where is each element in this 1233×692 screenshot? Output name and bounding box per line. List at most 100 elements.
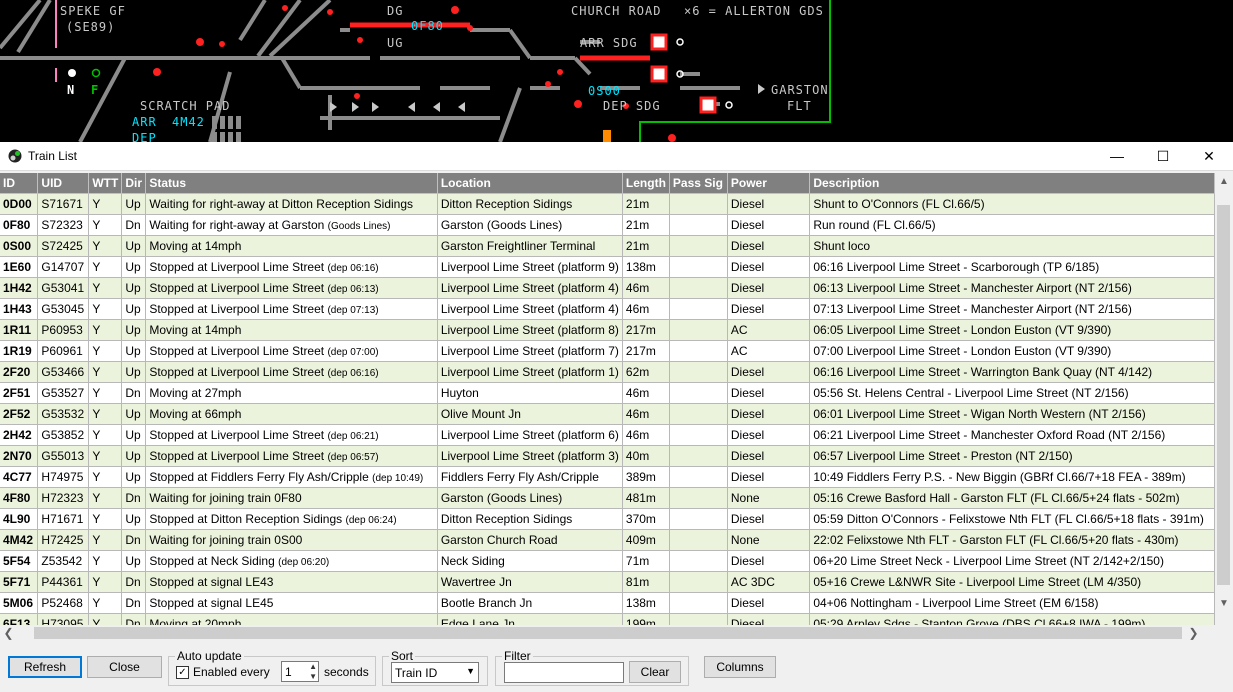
- cell-status: Stopped at signal LE43: [145, 571, 438, 593]
- horizontal-scrollbar[interactable]: ❮ ❯: [0, 625, 1215, 641]
- cell-description: 05:59 Ditton O'Connors - Felixstowe Nth …: [809, 508, 1215, 530]
- close-window-button[interactable]: ✕: [1186, 142, 1232, 170]
- sort-select[interactable]: Train ID ▼: [391, 662, 479, 683]
- sort-label: Sort: [389, 649, 416, 663]
- cell-description: 06:16 Liverpool Lime Street - Scarboroug…: [809, 256, 1215, 278]
- cell-power: Diesel: [727, 361, 811, 383]
- scroll-down-arrow-icon[interactable]: ▼: [1215, 595, 1233, 613]
- table-row[interactable]: 0D00 S71671 Y Up Waiting for right-away at D…: [0, 193, 1215, 215]
- scroll-up-arrow-icon[interactable]: ▲: [1215, 173, 1233, 191]
- train-description-4m42[interactable]: 4M42: [172, 115, 205, 129]
- col-header-id[interactable]: ID: [0, 173, 39, 194]
- col-header-uid[interactable]: UID: [37, 173, 90, 194]
- cell-status: Stopped at Liverpool Lime Street (dep 07…: [145, 340, 438, 362]
- cell-location: Ditton Reception Sidings: [437, 508, 623, 530]
- minimize-button[interactable]: —: [1094, 142, 1140, 170]
- col-header-location[interactable]: Location: [437, 173, 623, 194]
- table-row[interactable]: 0F80 S72323 Y Dn Waiting for right-away at G…: [0, 214, 1215, 236]
- table-row[interactable]: 1R19 P60961 Y Up Stopped at Liverpool Lime S…: [0, 340, 1215, 362]
- cell-location: Huyton: [437, 382, 623, 404]
- table-row[interactable]: 4F80 H72323 Y Dn Waiting for joining train 0…: [0, 487, 1215, 509]
- columns-button[interactable]: Columns: [704, 656, 776, 678]
- table-row[interactable]: 1E60 G14707 Y Up Stopped at Liverpool Lime S…: [0, 256, 1215, 278]
- cell-length: 217m: [622, 340, 670, 362]
- col-header-length[interactable]: Length: [622, 173, 670, 194]
- cell-uid: G53532: [37, 403, 90, 425]
- cell-dir: Dn: [121, 529, 147, 551]
- table-row[interactable]: 5F54 Z53542 Y Up Stopped at Neck Siding (dep…: [0, 550, 1215, 572]
- signal-panel[interactable]: SPEKE GF (SE89) DG 0F80 UG CHURCH ROAD ×…: [0, 0, 1233, 142]
- filter-input[interactable]: [504, 662, 624, 683]
- cell-length: 46m: [622, 424, 670, 446]
- spin-down-icon[interactable]: ▼: [309, 672, 317, 681]
- cell-pass-sig: [669, 466, 728, 488]
- cell-id: 5F71: [0, 571, 39, 593]
- departure-note: (dep 06:24): [345, 515, 397, 526]
- train-description-0s00[interactable]: 0S00: [588, 84, 621, 98]
- col-header-pass-sig[interactable]: Pass Sig: [669, 173, 728, 194]
- table-row[interactable]: 6F13 H73095 Y Dn Moving at 20mph Edge Lane Jn…: [0, 613, 1215, 625]
- maximize-button[interactable]: ☐: [1140, 142, 1186, 170]
- col-header-wtt[interactable]: WTT: [88, 173, 123, 194]
- scroll-left-arrow-icon[interactable]: ❮: [0, 625, 17, 641]
- cell-status: Moving at 20mph: [145, 613, 438, 625]
- cell-power: Diesel: [727, 550, 811, 572]
- cell-status: Stopped at Liverpool Lime Street (dep 06…: [145, 424, 438, 446]
- train-table-container[interactable]: ID UID WTT Dir Status Location Length Pa…: [0, 173, 1215, 625]
- table-row[interactable]: 4L90 H71671 Y Up Stopped at Ditton Reception…: [0, 508, 1215, 530]
- table-row[interactable]: 0S00 S72425 Y Up Moving at 14mph Garston Frei…: [0, 235, 1215, 257]
- table-row[interactable]: 2F20 G53466 Y Up Stopped at Liverpool Lime S…: [0, 361, 1215, 383]
- table-row[interactable]: 1H42 G53041 Y Up Stopped at Liverpool Lime S…: [0, 277, 1215, 299]
- cell-description: 06:05 Liverpool Lime Street - London Eus…: [809, 319, 1215, 341]
- close-button[interactable]: Close: [87, 656, 162, 678]
- vertical-scroll-thumb[interactable]: [1217, 205, 1230, 585]
- horizontal-scroll-thumb[interactable]: [34, 627, 1182, 639]
- cell-wtt: Y: [88, 256, 123, 278]
- departure-note: (dep 06:21): [327, 431, 379, 442]
- table-row[interactable]: 2F52 G53532 Y Up Moving at 66mph Olive Mount …: [0, 403, 1215, 425]
- departure-note: (dep 06:16): [327, 263, 379, 274]
- cell-uid: H72425: [37, 529, 90, 551]
- cell-location: Liverpool Lime Street (platform 1): [437, 361, 623, 383]
- table-row[interactable]: 5M06 P52468 Y Dn Stopped at signal LE45 Bootl…: [0, 592, 1215, 614]
- cell-power: Diesel: [727, 445, 811, 467]
- vertical-scrollbar[interactable]: ▲ ▼: [1215, 173, 1233, 625]
- cell-length: 370m: [622, 508, 670, 530]
- clear-button[interactable]: Clear: [629, 661, 681, 683]
- cell-pass-sig: [669, 277, 728, 299]
- cell-id: 2F52: [0, 403, 39, 425]
- cell-dir: Up: [121, 235, 147, 257]
- cell-wtt: Y: [88, 340, 123, 362]
- refresh-button[interactable]: Refresh: [8, 656, 82, 678]
- table-row[interactable]: 1H43 G53045 Y Up Stopped at Liverpool Lime S…: [0, 298, 1215, 320]
- enabled-checkbox[interactable]: ✓: [176, 666, 189, 679]
- col-header-description[interactable]: Description: [809, 173, 1215, 194]
- table-row[interactable]: 2F51 G53527 Y Dn Moving at 27mph Huyton 46m Die…: [0, 382, 1215, 404]
- cell-length: 481m: [622, 487, 670, 509]
- table-body: 0D00 S71671 Y Up Waiting for right-away at D…: [0, 193, 1215, 625]
- cell-uid: G55013: [37, 445, 90, 467]
- table-row[interactable]: 1R11 P60953 Y Up Moving at 14mph Liverpool Li…: [0, 319, 1215, 341]
- cell-wtt: Y: [88, 193, 123, 215]
- interval-spinner[interactable]: 1 ▲ ▼: [281, 661, 319, 682]
- title-bar[interactable]: Train List — ☐ ✕: [0, 142, 1233, 171]
- table-row[interactable]: 2N70 G55013 Y Up Stopped at Liverpool Lime S…: [0, 445, 1215, 467]
- cell-location: Ditton Reception Sidings: [437, 193, 623, 215]
- cell-dir: Up: [121, 319, 147, 341]
- cell-location: Liverpool Lime Street (platform 7): [437, 340, 623, 362]
- train-description-0f80[interactable]: 0F80: [411, 19, 444, 33]
- table-row[interactable]: 4C77 H74975 Y Up Stopped at Fiddlers Ferry F…: [0, 466, 1215, 488]
- table-row[interactable]: 5F71 P44361 Y Dn Stopped at signal LE43 Waver…: [0, 571, 1215, 593]
- status-text: Stopped at Ditton Reception Sidings: [149, 512, 343, 526]
- col-header-power[interactable]: Power: [727, 173, 811, 194]
- table-row[interactable]: 4M42 H72425 Y Dn Waiting for joining train 0…: [0, 529, 1215, 551]
- cell-power: Diesel: [727, 256, 811, 278]
- cell-id: 5M06: [0, 592, 39, 614]
- col-header-dir[interactable]: Dir: [121, 173, 147, 194]
- table-row[interactable]: 2H42 G53852 Y Up Stopped at Liverpool Lime S…: [0, 424, 1215, 446]
- scroll-right-arrow-icon[interactable]: ❯: [1185, 625, 1202, 641]
- col-header-status[interactable]: Status: [145, 173, 438, 194]
- cell-status: Waiting for joining train 0F80: [145, 487, 438, 509]
- spin-up-icon[interactable]: ▲: [309, 662, 317, 671]
- cell-pass-sig: [669, 298, 728, 320]
